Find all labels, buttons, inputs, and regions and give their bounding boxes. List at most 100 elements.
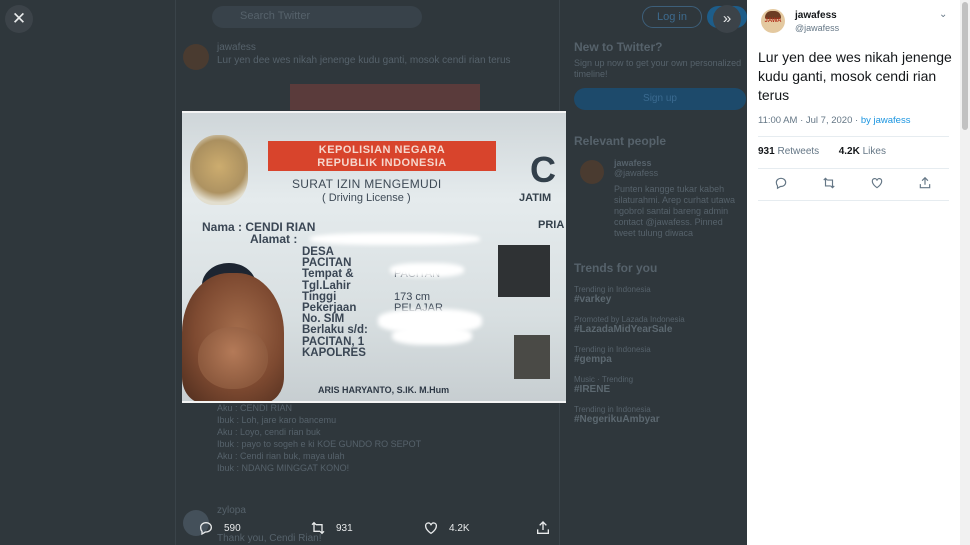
new-to-twitter-sub: Sign up now to get your own personalized… (574, 58, 742, 79)
license-signer: ARIS HARYANTO, S.IK. M.Hum (318, 385, 450, 395)
retweet-icon[interactable] (822, 176, 836, 190)
trend-tag[interactable]: #LazadaMidYearSale (574, 324, 746, 335)
retweets-stat[interactable]: 931 Retweets (758, 146, 819, 157)
field-labels: DESA PACITAN Tempat & Tgl.Lahir Tinggi P… (302, 246, 368, 359)
trends-title: Trends for you (574, 261, 658, 275)
trend-tag[interactable]: #varkey (574, 294, 746, 305)
nama-label: Nama (202, 220, 235, 234)
tweet-author[interactable]: jawafess (217, 42, 256, 53)
tweet-text: Lur yen dee wes nikah jenenge kudu ganti… (217, 55, 511, 66)
relevant-handle: @jawafess (614, 168, 659, 178)
avatar[interactable] (580, 160, 604, 184)
band-line: KEPOLISIAN NEGARA (318, 144, 446, 156)
trend-item[interactable]: Trending in Indonesia #NegerikuAmbyar (574, 405, 746, 425)
user-handle[interactable]: @jawafess (795, 23, 839, 33)
like-button[interactable]: 4.2K (423, 520, 470, 536)
field-alamat: Alamat : (250, 232, 298, 246)
share-icon[interactable] (918, 176, 932, 190)
trend-meta: Trending in Indonesia (574, 345, 651, 354)
trend-meta: Promoted by Lazada Indonesia (574, 315, 685, 324)
tweet-actions (747, 176, 970, 192)
trend-item[interactable]: Trending in Indonesia #varkey (574, 285, 746, 305)
license-gender: PRIA (538, 219, 565, 231)
like-count: 4.2K (449, 522, 470, 534)
redaction (392, 327, 472, 345)
field-value (394, 247, 443, 258)
likes-label: Likes (862, 146, 886, 157)
retweet-button[interactable]: 931 (310, 520, 353, 536)
license-title: SURAT IZIN MENGEMUDI (292, 177, 442, 191)
likes-count: 4.2K (838, 146, 860, 157)
search-input[interactable]: Search Twitter (212, 6, 422, 28)
thread-line: Ibuk : Loh, jare karo bancemu (217, 415, 337, 425)
heart-icon[interactable] (870, 176, 884, 190)
license-mark (514, 335, 550, 379)
tweet-detail-panel: JAWA jawafess @jawafess ⌄ Lur yen dee we… (747, 0, 970, 545)
scrollbar[interactable] (960, 0, 970, 545)
thread-line: Ibuk : payo to sogeh e ki KOE GUNDO RO S… (217, 439, 422, 449)
trend-tag[interactable]: #gempa (574, 354, 746, 365)
trend-meta: Music · Trending (574, 375, 634, 384)
divider (758, 136, 949, 137)
tweet-stats: 931 Retweets 4.2K Likes (758, 146, 886, 157)
reply-button[interactable]: 590 (198, 520, 241, 536)
avatar[interactable]: JAWA (761, 9, 785, 33)
redaction (310, 233, 480, 245)
thread-line: Aku : CENDI RIAN (217, 403, 293, 413)
divider (758, 200, 949, 201)
trend-tag[interactable]: #NegerikuAmbyar (574, 414, 746, 425)
thumb-nail (198, 327, 268, 389)
trend-tag[interactable]: #IRENE (574, 384, 746, 395)
relevant-person[interactable]: jawafess @jawafess Punten kangge tukar k… (574, 158, 746, 239)
retweets-label: Retweets (777, 146, 820, 157)
media-action-bar: 590 931 4.2K (0, 520, 747, 540)
signup-button[interactable]: Sign up (574, 88, 746, 110)
retweets-count: 931 (758, 146, 775, 157)
license-card: KEPOLISIAN NEGARA REPUBLIK INDONESIA SUR… (182, 113, 566, 401)
likes-stat[interactable]: 4.2K Likes (839, 146, 886, 157)
trend-item[interactable]: Trending in Indonesia #gempa (574, 345, 746, 365)
tweet-author[interactable]: zylopa (217, 505, 246, 516)
relevant-bio: Punten kangge tukar kabeh silaturahmi. A… (614, 184, 736, 238)
sidebar-right: New to Twitter? Sign up now to get your … (574, 40, 746, 425)
field-label: KAPOLRES (302, 346, 366, 359)
relevant-name[interactable]: jawafess (614, 158, 746, 168)
share-icon (537, 521, 549, 534)
tweet-media[interactable] (290, 84, 480, 110)
band-line: REPUBLIK INDONESIA (317, 157, 447, 169)
tweet-text: Lur yen dee wes nikah jenenge kudu ganti… (758, 49, 952, 103)
license-photo-area (498, 245, 550, 297)
avatar[interactable] (183, 44, 209, 70)
redaction (390, 263, 464, 277)
alamat-label: Alamat (250, 232, 291, 246)
license-header-band: KEPOLISIAN NEGARA REPUBLIK INDONESIA (268, 141, 496, 171)
license-class: C (530, 149, 556, 190)
tweet-thread-text: Aku : CENDI RIAN Ibuk : Loh, jare karo b… (217, 402, 421, 474)
thread-line: Aku : Cendi rian buk, maya ulah (217, 451, 345, 461)
field-values: PACITAN 173 cm PELAJAR (394, 247, 443, 314)
scrollbar-thumb[interactable] (962, 2, 968, 130)
reply-icon[interactable] (774, 176, 788, 190)
field-label: Berlaku s/d: (302, 324, 368, 337)
share-button[interactable] (535, 520, 551, 536)
tweet-via[interactable]: by jawafess (861, 115, 911, 126)
login-button[interactable]: Log in (642, 6, 702, 28)
license-region: JATIM (519, 192, 552, 204)
trend-meta: Trending in Indonesia (574, 405, 651, 414)
reply-count: 590 (224, 522, 241, 534)
divider (758, 168, 949, 169)
heart-icon (425, 522, 437, 535)
display-name[interactable]: jawafess (795, 10, 837, 21)
tweet-time[interactable]: 11:00 AM · Jul 7, 2020 · (758, 115, 861, 126)
trend-item[interactable]: Promoted by Lazada Indonesia #LazadaMidYe… (574, 315, 746, 335)
collapse-panel-icon[interactable]: » (713, 5, 741, 33)
trend-item[interactable]: Music · Trending #IRENE (574, 375, 746, 395)
chevron-down-icon[interactable]: ⌄ (939, 9, 947, 20)
thread-line: Ibuk : NDANG MINGGAT KONO! (217, 463, 350, 473)
relevant-people-title: Relevant people (574, 134, 667, 148)
police-logo-icon (190, 135, 248, 205)
new-to-twitter-title: New to Twitter? (574, 40, 663, 54)
media-photo[interactable]: KEPOLISIAN NEGARA REPUBLIK INDONESIA SUR… (182, 111, 566, 403)
field-label: Tempat & (302, 268, 354, 281)
close-icon[interactable]: ✕ (5, 5, 33, 33)
